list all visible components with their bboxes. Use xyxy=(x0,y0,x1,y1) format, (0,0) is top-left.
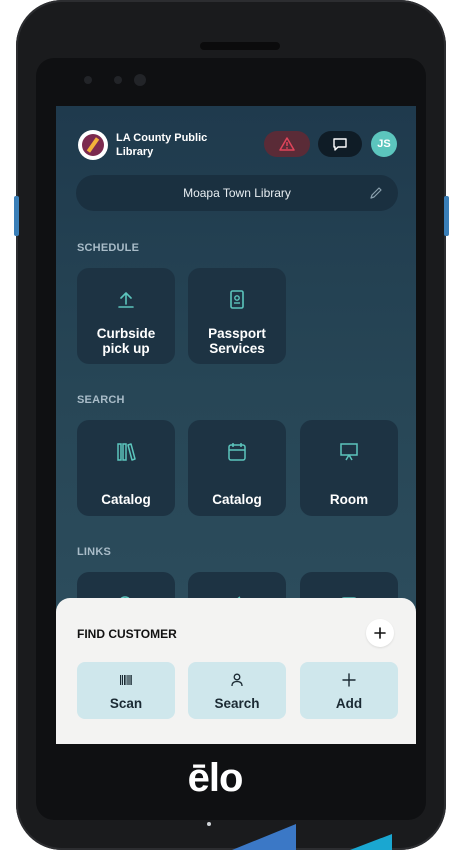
barcode-icon xyxy=(120,675,132,685)
calendar-icon xyxy=(228,443,246,461)
alert-button[interactable] xyxy=(264,131,310,157)
side-button-right xyxy=(444,196,449,236)
books-icon xyxy=(117,443,136,461)
plus-icon xyxy=(342,673,356,687)
search-customer-button[interactable]: Search xyxy=(188,662,286,719)
find-customer-sheet: FIND CUSTOMER Scan Search Add xyxy=(56,598,416,744)
tile-passport-services[interactable]: Passport Services xyxy=(188,268,286,364)
add-customer-button[interactable]: Add xyxy=(300,662,398,719)
tile-room[interactable]: Room xyxy=(300,420,398,516)
sensor xyxy=(114,76,122,84)
tile-catalog[interactable]: Catalog xyxy=(77,420,175,516)
section-label-links: LINKS xyxy=(77,546,111,558)
app-screen: LA County Public Library JS Moapa Town L… xyxy=(56,106,416,744)
warning-icon xyxy=(279,137,295,151)
person-icon xyxy=(231,673,243,687)
expand-button[interactable] xyxy=(366,619,394,647)
tile-curbside-pickup[interactable]: Curbside pick up xyxy=(77,268,175,364)
messages-button[interactable] xyxy=(318,131,362,157)
tile-label: Curbside pick up xyxy=(96,326,156,356)
passport-icon xyxy=(230,290,244,309)
sheet-title: FIND CUSTOMER xyxy=(77,627,177,641)
section-label-schedule: SCHEDULE xyxy=(77,242,140,254)
chat-icon xyxy=(333,138,347,151)
tile-catalog-events[interactable]: Catalog xyxy=(188,420,286,516)
upload-icon xyxy=(118,292,134,308)
action-label: Search xyxy=(214,696,260,711)
brand-logo: ēlo xyxy=(187,756,244,800)
action-label: Add xyxy=(335,696,363,711)
section-label-search: SEARCH xyxy=(77,394,125,406)
pencil-icon[interactable] xyxy=(368,185,384,201)
side-button-left xyxy=(14,196,19,236)
tile-label: Passport Services xyxy=(208,326,266,356)
user-avatar[interactable]: JS xyxy=(371,131,397,157)
location-selector[interactable]: Moapa Town Library xyxy=(76,175,398,211)
tile-label: Catalog xyxy=(101,492,151,507)
speaker xyxy=(200,42,280,50)
org-name: LA County Public Library xyxy=(116,132,208,158)
location-name: Moapa Town Library xyxy=(183,186,291,200)
plus-icon xyxy=(374,627,386,639)
presentation-icon xyxy=(340,443,358,461)
sensor xyxy=(84,76,92,84)
indicator-dot xyxy=(207,822,211,826)
camera xyxy=(134,74,146,86)
action-label: Scan xyxy=(109,696,143,711)
tile-label: Room xyxy=(329,492,369,507)
tile-label: Catalog xyxy=(212,492,262,507)
library-logo xyxy=(78,130,108,160)
scan-button[interactable]: Scan xyxy=(77,662,175,719)
